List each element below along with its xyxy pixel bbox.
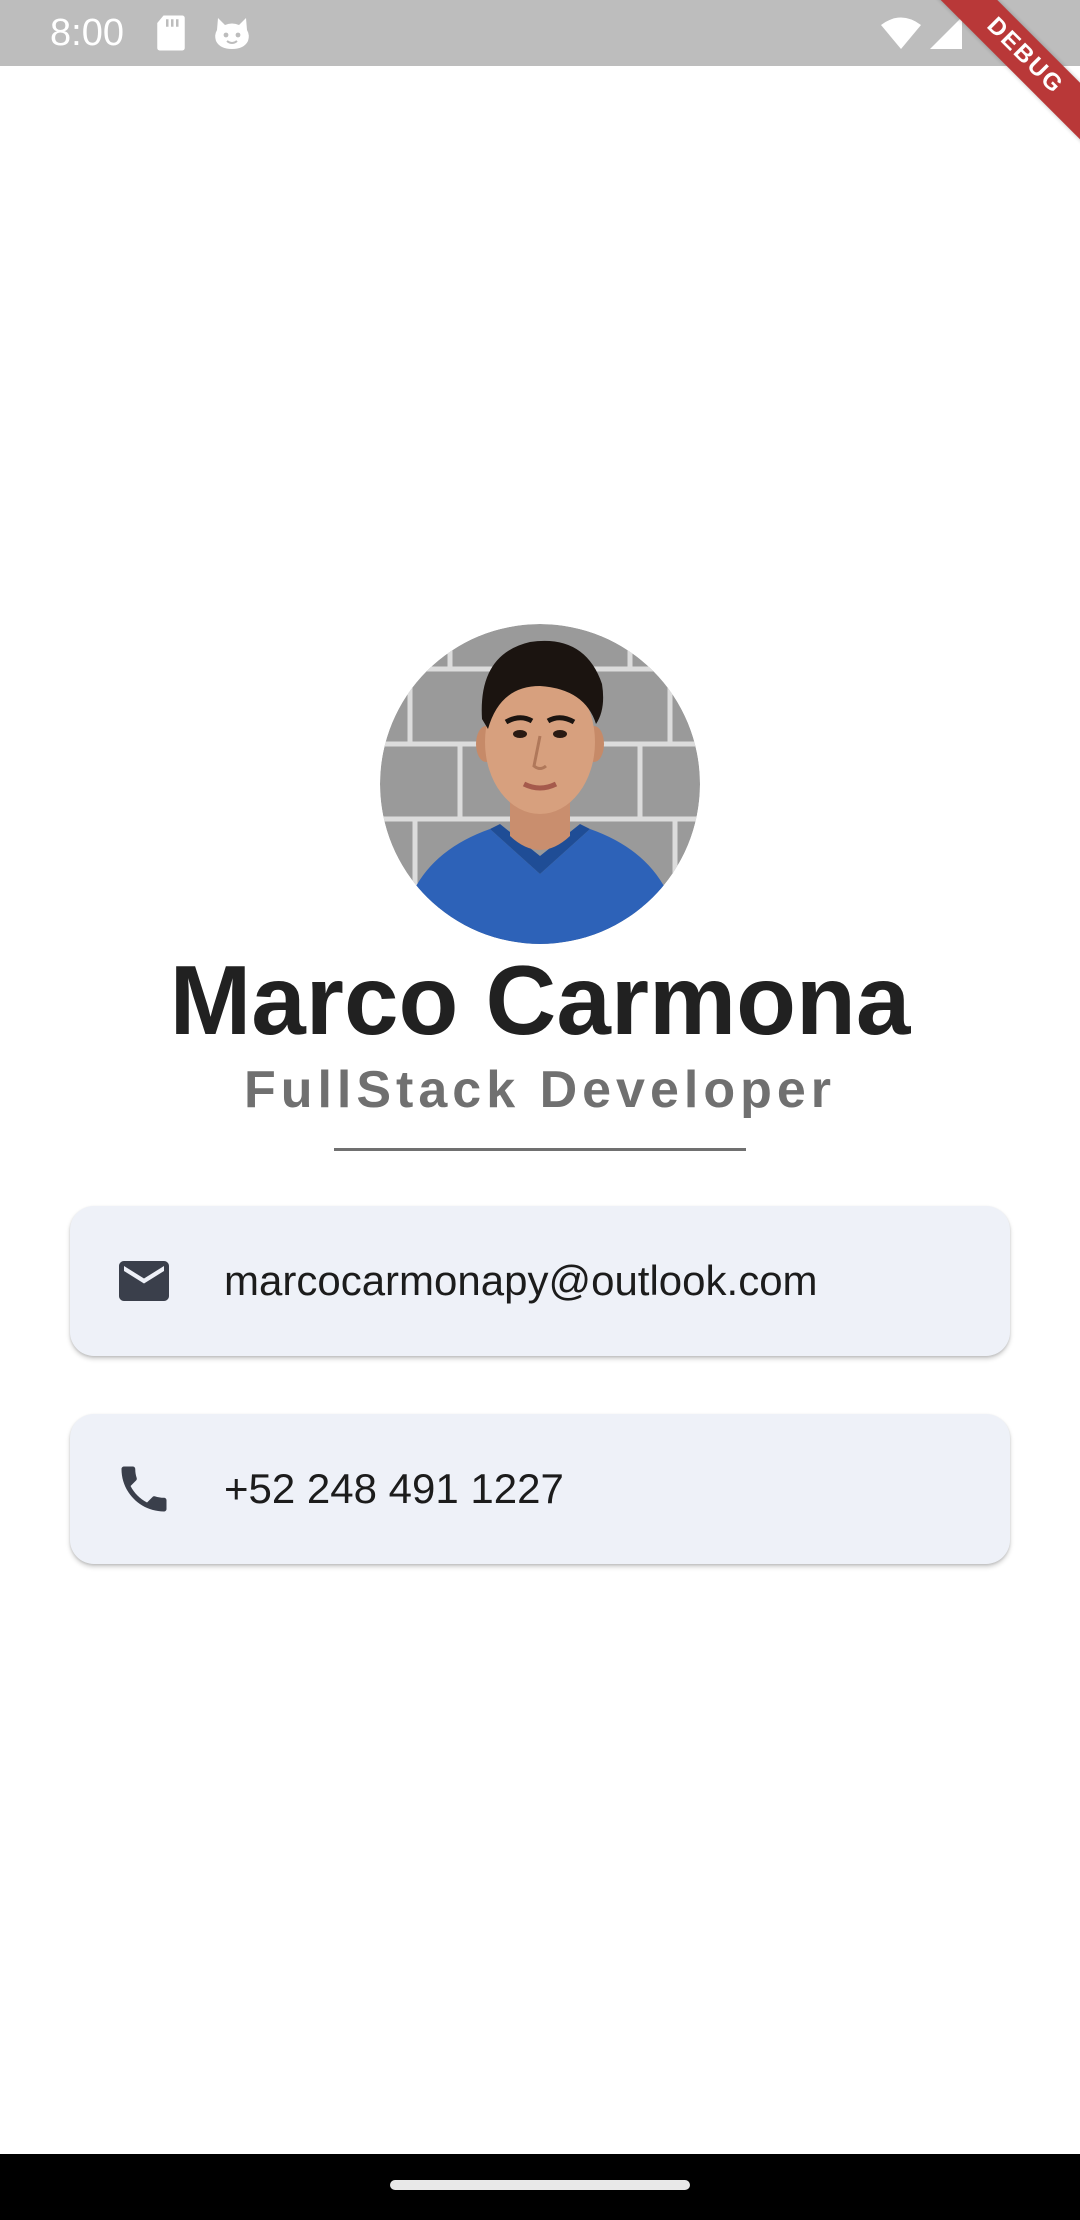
cat-face-icon	[215, 18, 249, 49]
status-time: 8:00	[50, 12, 124, 54]
sd-card-icon	[157, 15, 185, 51]
profile-role: FullStack Developer	[243, 1061, 837, 1119]
avatar	[380, 624, 700, 944]
profile-photo	[380, 624, 700, 944]
divider	[334, 1148, 746, 1151]
phone-text: +52 248 491 1227	[224, 1465, 564, 1512]
phone-card[interactable]: +52 248 491 1227	[70, 1414, 1010, 1564]
phone-icon	[121, 1466, 167, 1512]
email-text: marcocarmonapy@outlook.com	[224, 1257, 818, 1304]
home-gesture-handle[interactable]	[390, 2180, 690, 2190]
email-icon	[119, 1261, 169, 1301]
email-card[interactable]: marcocarmonapy@outlook.com	[70, 1206, 1010, 1356]
profile-name: Marco Carmona	[169, 945, 911, 1055]
status-bar: 8:00	[0, 0, 1080, 66]
wifi-icon	[881, 17, 921, 49]
signal-icon	[930, 17, 962, 49]
